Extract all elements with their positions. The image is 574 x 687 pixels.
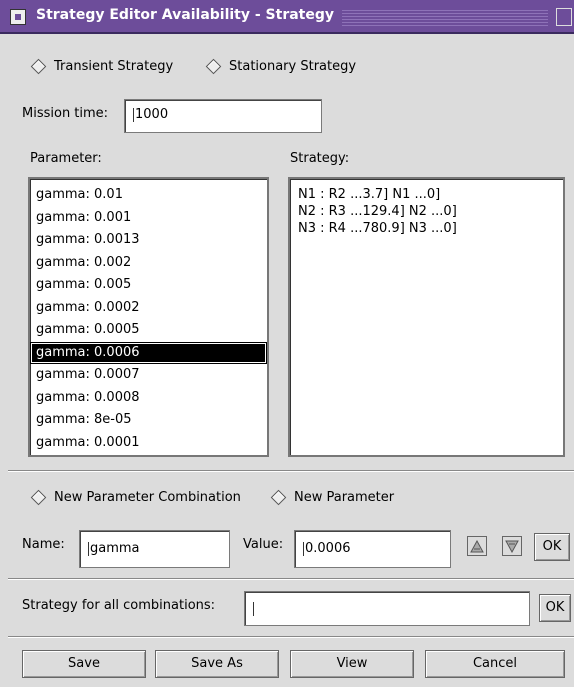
text-caret bbox=[303, 541, 304, 556]
value-value: 0.0006 bbox=[305, 541, 351, 556]
separator bbox=[8, 470, 574, 472]
name-label: Name: bbox=[22, 537, 65, 552]
parameter-list[interactable]: gamma: 0.01 gamma: 0.001 gamma: 0.0013 gamm… bbox=[28, 177, 269, 457]
name-value: gamma bbox=[90, 541, 140, 556]
radio-new-parameter[interactable]: New Parameter bbox=[270, 489, 395, 506]
text-caret bbox=[253, 601, 254, 616]
parameter-list-item[interactable]: gamma: 0.005 bbox=[30, 274, 267, 297]
window-title: Strategy Editor Availability - Strategy bbox=[36, 7, 335, 23]
parameter-list-item[interactable]: gamma: 0.002 bbox=[30, 252, 267, 275]
radio-label: New Parameter bbox=[294, 490, 395, 505]
mission-time-input[interactable]: 1000 bbox=[124, 99, 322, 133]
parameter-list-item[interactable]: gamma: 0.0001 bbox=[30, 432, 267, 455]
strategy-list[interactable]: N1 : R2 ...3.7] N1 ...0] N2 : R3 ...129.4… bbox=[288, 177, 565, 457]
triangle-down-icon bbox=[505, 540, 519, 553]
parameter-list-item[interactable]: gamma: 0.0005 bbox=[30, 319, 267, 342]
parameter-list-item[interactable]: gamma: 0.0008 bbox=[30, 387, 267, 410]
parameter-list-item[interactable]: gamma: 0.0007 bbox=[30, 364, 267, 387]
radio-diamond-icon bbox=[205, 58, 222, 75]
all-combinations-ok-button[interactable]: OK bbox=[539, 594, 571, 622]
increment-button[interactable] bbox=[467, 536, 487, 556]
save-as-button[interactable]: Save As bbox=[155, 650, 279, 678]
triangle-up-icon bbox=[470, 539, 484, 552]
title-bar-grip bbox=[342, 8, 548, 26]
parameter-list-item[interactable]: gamma: 0.001 bbox=[30, 207, 267, 230]
all-combinations-input[interactable] bbox=[244, 591, 530, 626]
cancel-button[interactable]: Cancel bbox=[425, 650, 565, 678]
strategy-list-item[interactable]: N3 : R4 ...780.9] N3 ...0] bbox=[290, 220, 563, 237]
strategy-label: Strategy: bbox=[290, 151, 350, 166]
radio-diamond-icon bbox=[30, 58, 47, 75]
mission-time-label: Mission time: bbox=[22, 106, 109, 121]
radio-label: New Parameter Combination bbox=[54, 490, 241, 505]
text-caret bbox=[88, 541, 89, 556]
all-combinations-label: Strategy for all combinations: bbox=[22, 598, 216, 613]
save-button[interactable]: Save bbox=[22, 650, 146, 678]
strategy-list-item[interactable]: N2 : R3 ...129.4] N2 ...0] bbox=[290, 203, 563, 220]
radio-label: Stationary Strategy bbox=[229, 59, 357, 74]
parameter-list-item[interactable]: gamma: 0.0002 bbox=[30, 297, 267, 320]
separator bbox=[8, 578, 574, 580]
value-input[interactable]: 0.0006 bbox=[294, 530, 451, 568]
maximize-icon[interactable] bbox=[556, 8, 572, 26]
window-menu-icon[interactable] bbox=[10, 9, 26, 25]
radio-diamond-icon bbox=[30, 489, 47, 506]
parameter-list-item[interactable]: gamma: 0.0006 bbox=[30, 341, 267, 364]
radio-new-parameter-combination[interactable]: New Parameter Combination bbox=[30, 489, 241, 506]
parameter-list-item[interactable]: gamma: 8e-05 bbox=[30, 409, 267, 432]
radio-transient-strategy[interactable]: Transient Strategy bbox=[30, 58, 174, 75]
parameter-list-item[interactable]: gamma: 0.01 bbox=[30, 184, 267, 207]
separator bbox=[8, 636, 574, 638]
decrement-button[interactable] bbox=[502, 536, 522, 556]
radio-diamond-icon bbox=[270, 489, 287, 506]
radio-label: Transient Strategy bbox=[54, 59, 174, 74]
radio-stationary-strategy[interactable]: Stationary Strategy bbox=[205, 58, 357, 75]
text-caret bbox=[133, 107, 134, 122]
view-button[interactable]: View bbox=[290, 650, 414, 678]
name-input[interactable]: gamma bbox=[79, 530, 230, 568]
value-label: Value: bbox=[243, 537, 284, 552]
strategy-list-item[interactable]: N1 : R2 ...3.7] N1 ...0] bbox=[290, 186, 563, 203]
mission-time-value: 1000 bbox=[135, 107, 169, 122]
title-bar[interactable]: Strategy Editor Availability - Strategy bbox=[0, 0, 574, 34]
ok-button[interactable]: OK bbox=[534, 533, 570, 561]
parameter-label: Parameter: bbox=[30, 151, 102, 166]
parameter-list-item[interactable]: gamma: 0.0013 bbox=[30, 229, 267, 252]
